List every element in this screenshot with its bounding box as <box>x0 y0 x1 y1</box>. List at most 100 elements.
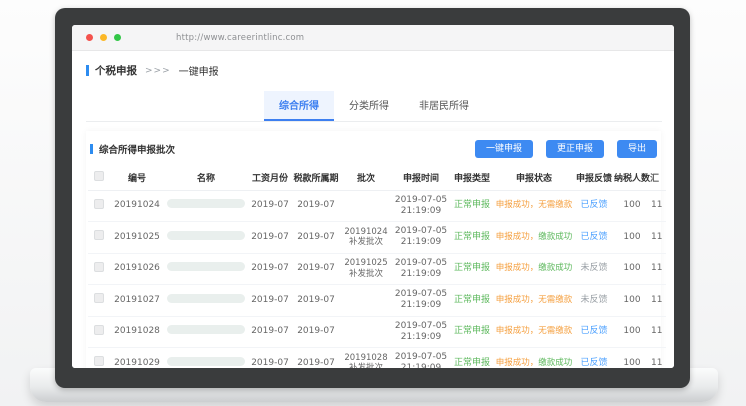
cell-name <box>164 222 248 254</box>
table-row: 20191026 2019-07 2019-07 20191025补发批次 20… <box>88 253 666 285</box>
row-checkbox[interactable] <box>94 230 104 240</box>
table-row: 20191025 2019-07 2019-07 20191024补发批次 20… <box>88 222 666 254</box>
breadcrumb-separator: >>> <box>145 66 171 76</box>
cell-tax-period: 2019-07 <box>292 316 340 348</box>
cell-feedback: 未反馈 <box>574 253 614 285</box>
cell-salary-month: 2019-07 <box>248 222 292 254</box>
cell-declare-time: 2019-07-05 21:19:09 <box>392 348 450 369</box>
laptop-bezel: http://www.careerintlinc.com 个税申报 >>> 一键… <box>55 8 690 388</box>
cell-declare-type: 正常申报 <box>450 316 494 348</box>
browser-topbar: http://www.careerintlinc.com <box>72 25 674 51</box>
table-row: 20191029 2019-07 2019-07 20191028补发批次 20… <box>88 348 666 369</box>
page-background: http://www.careerintlinc.com 个税申报 >>> 一键… <box>0 0 746 406</box>
cell-taxpayer-count: 100 <box>614 253 650 285</box>
col-name: 名称 <box>164 166 248 190</box>
cell-clipped: 11 <box>650 316 666 348</box>
tab-bar: 综合所得分类所得非居民所得 <box>86 91 662 122</box>
row-checkbox[interactable] <box>94 356 104 366</box>
cell-name <box>164 285 248 317</box>
one-click-declare-button[interactable]: 一键申报 <box>475 140 533 158</box>
row-checkbox[interactable] <box>94 262 104 272</box>
name-placeholder <box>167 325 245 334</box>
table-row: 20191024 2019-07 2019-07 2019-07-05 21:1… <box>88 190 666 222</box>
row-checkbox[interactable] <box>94 199 104 209</box>
traffic-light-maximize-icon[interactable] <box>114 34 121 41</box>
cell-declare-type: 正常申报 <box>450 348 494 369</box>
select-all-cell <box>88 166 110 190</box>
export-button[interactable]: 导出 <box>617 140 657 158</box>
browser-window: http://www.careerintlinc.com 个税申报 >>> 一键… <box>72 25 674 368</box>
row-checkbox[interactable] <box>94 325 104 335</box>
name-placeholder <box>167 231 245 240</box>
cell-id: 20191029 <box>110 348 164 369</box>
name-placeholder <box>167 294 245 303</box>
table-row: 20191028 2019-07 2019-07 2019-07-05 21:1… <box>88 316 666 348</box>
col-feedback: 申报反馈 <box>574 166 614 190</box>
cell-salary-month: 2019-07 <box>248 190 292 222</box>
cell-declare-time: 2019-07-05 21:19:09 <box>392 285 450 317</box>
cell-id: 20191028 <box>110 316 164 348</box>
cell-clipped: 11 <box>650 253 666 285</box>
cell-batch: 20191028补发批次 <box>340 348 392 369</box>
cell-tax-period: 2019-07 <box>292 348 340 369</box>
cell-declare-time: 2019-07-05 21:19:09 <box>392 253 450 285</box>
cell-batch: 20191024补发批次 <box>340 222 392 254</box>
name-placeholder <box>167 262 245 271</box>
cell-name <box>164 190 248 222</box>
select-all-checkbox[interactable] <box>94 171 104 181</box>
col-declare-status: 申报状态 <box>494 166 574 190</box>
traffic-light-close-icon[interactable] <box>86 34 93 41</box>
cell-declare-status: 申报成功，无需缴款 <box>494 316 574 348</box>
cell-salary-month: 2019-07 <box>248 285 292 317</box>
cell-id: 20191024 <box>110 190 164 222</box>
cell-batch <box>340 316 392 348</box>
cell-name <box>164 316 248 348</box>
batch-table: 编号 名称 工资月份 税款所属期 批次 申报时间 申报类型 申报状态 申报反馈 … <box>88 166 666 368</box>
tab-0[interactable]: 综合所得 <box>264 91 334 121</box>
tab-1[interactable]: 分类所得 <box>334 91 404 121</box>
col-declare-time: 申报时间 <box>392 166 450 190</box>
cell-taxpayer-count: 100 <box>614 348 650 369</box>
cell-declare-time: 2019-07-05 21:19:09 <box>392 316 450 348</box>
panel-header: 综合所得申报批次 一键申报 更正申报 导出 <box>88 131 659 166</box>
cell-feedback: 已反馈 <box>574 348 614 369</box>
breadcrumb: 个税申报 >>> 一键申报 <box>86 63 662 78</box>
col-tax-period: 税款所属期 <box>292 166 340 190</box>
cell-id: 20191025 <box>110 222 164 254</box>
cell-declare-status: 申报成功，缴款成功 <box>494 348 574 369</box>
cell-taxpayer-count: 100 <box>614 316 650 348</box>
traffic-light-minimize-icon[interactable] <box>100 34 107 41</box>
cell-declare-type: 正常申报 <box>450 222 494 254</box>
table-header-row: 编号 名称 工资月份 税款所属期 批次 申报时间 申报类型 申报状态 申报反馈 … <box>88 166 666 190</box>
cell-id: 20191026 <box>110 253 164 285</box>
cell-declare-status: 申报成功，缴款成功 <box>494 253 574 285</box>
table-row: 20191027 2019-07 2019-07 2019-07-05 21:1… <box>88 285 666 317</box>
page-title: 个税申报 <box>95 63 137 78</box>
cell-batch: 20191025补发批次 <box>340 253 392 285</box>
col-batch: 批次 <box>340 166 392 190</box>
cell-clipped: 11 <box>650 190 666 222</box>
cell-id: 20191027 <box>110 285 164 317</box>
address-bar-url: http://www.careerintlinc.com <box>176 33 304 43</box>
cell-clipped: 11 <box>650 348 666 369</box>
cell-clipped: 11 <box>650 285 666 317</box>
col-declare-type: 申报类型 <box>450 166 494 190</box>
cell-name <box>164 348 248 369</box>
cell-declare-time: 2019-07-05 21:19:09 <box>392 190 450 222</box>
cell-salary-month: 2019-07 <box>248 316 292 348</box>
cell-tax-period: 2019-07 <box>292 253 340 285</box>
cell-feedback: 已反馈 <box>574 316 614 348</box>
cell-salary-month: 2019-07 <box>248 253 292 285</box>
row-checkbox[interactable] <box>94 293 104 303</box>
col-id: 编号 <box>110 166 164 190</box>
col-salary-month: 工资月份 <box>248 166 292 190</box>
batch-panel: 综合所得申报批次 一键申报 更正申报 导出 <box>86 131 661 368</box>
cell-feedback: 已反馈 <box>574 222 614 254</box>
breadcrumb-current: 一键申报 <box>179 63 219 78</box>
col-clipped: 汇 <box>650 166 666 190</box>
tab-2[interactable]: 非居民所得 <box>404 91 484 121</box>
cell-tax-period: 2019-07 <box>292 222 340 254</box>
correction-declare-button[interactable]: 更正申报 <box>546 140 604 158</box>
cell-tax-period: 2019-07 <box>292 285 340 317</box>
name-placeholder <box>167 357 245 366</box>
